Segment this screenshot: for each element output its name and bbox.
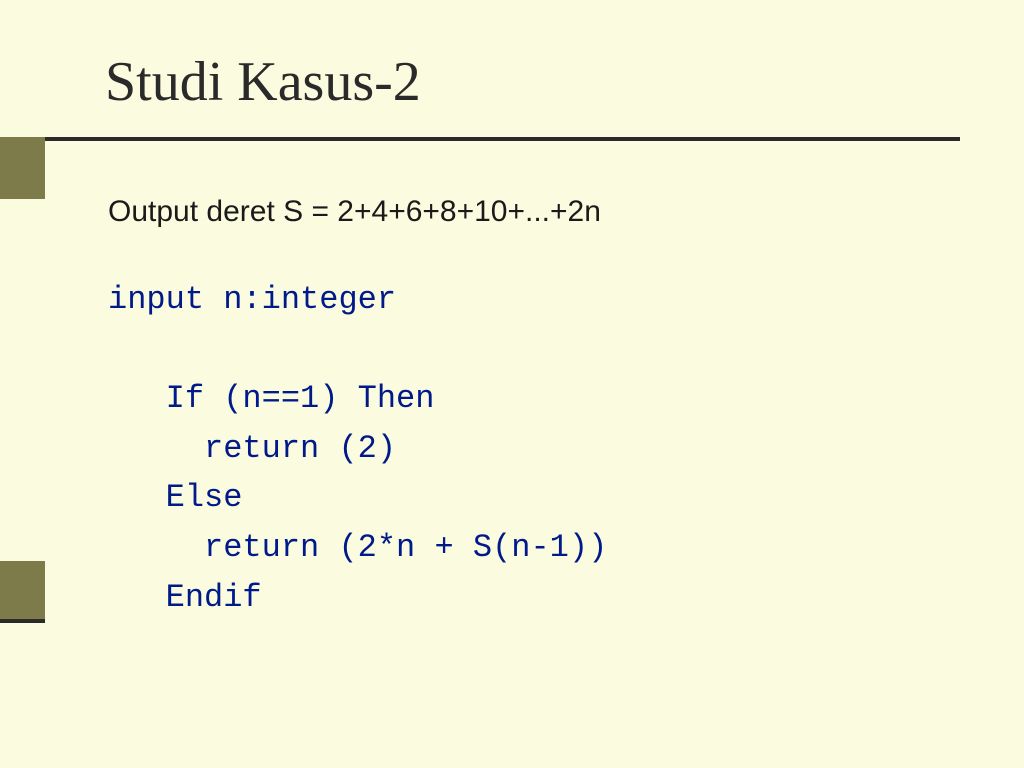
accent-top: [0, 137, 45, 199]
code-line: input n:integer: [108, 281, 396, 318]
code-line: return (2*n + S(n-1)): [108, 529, 607, 566]
code-line: return (2): [108, 430, 396, 467]
slide-description: Output deret S = 2+4+6+8+10+...+2n: [108, 195, 601, 229]
code-block: input n:integer If (n==1) Then return (2…: [108, 275, 607, 622]
divider-top: [0, 137, 960, 141]
code-line: Endif: [108, 579, 262, 616]
code-line: If (n==1) Then: [108, 380, 434, 417]
code-line: Else: [108, 479, 242, 516]
slide: Studi Kasus-2 Output deret S = 2+4+6+8+1…: [0, 0, 1024, 768]
accent-bottom: [0, 561, 45, 623]
divider-bottom: [0, 619, 45, 623]
slide-title: Studi Kasus-2: [105, 50, 421, 114]
